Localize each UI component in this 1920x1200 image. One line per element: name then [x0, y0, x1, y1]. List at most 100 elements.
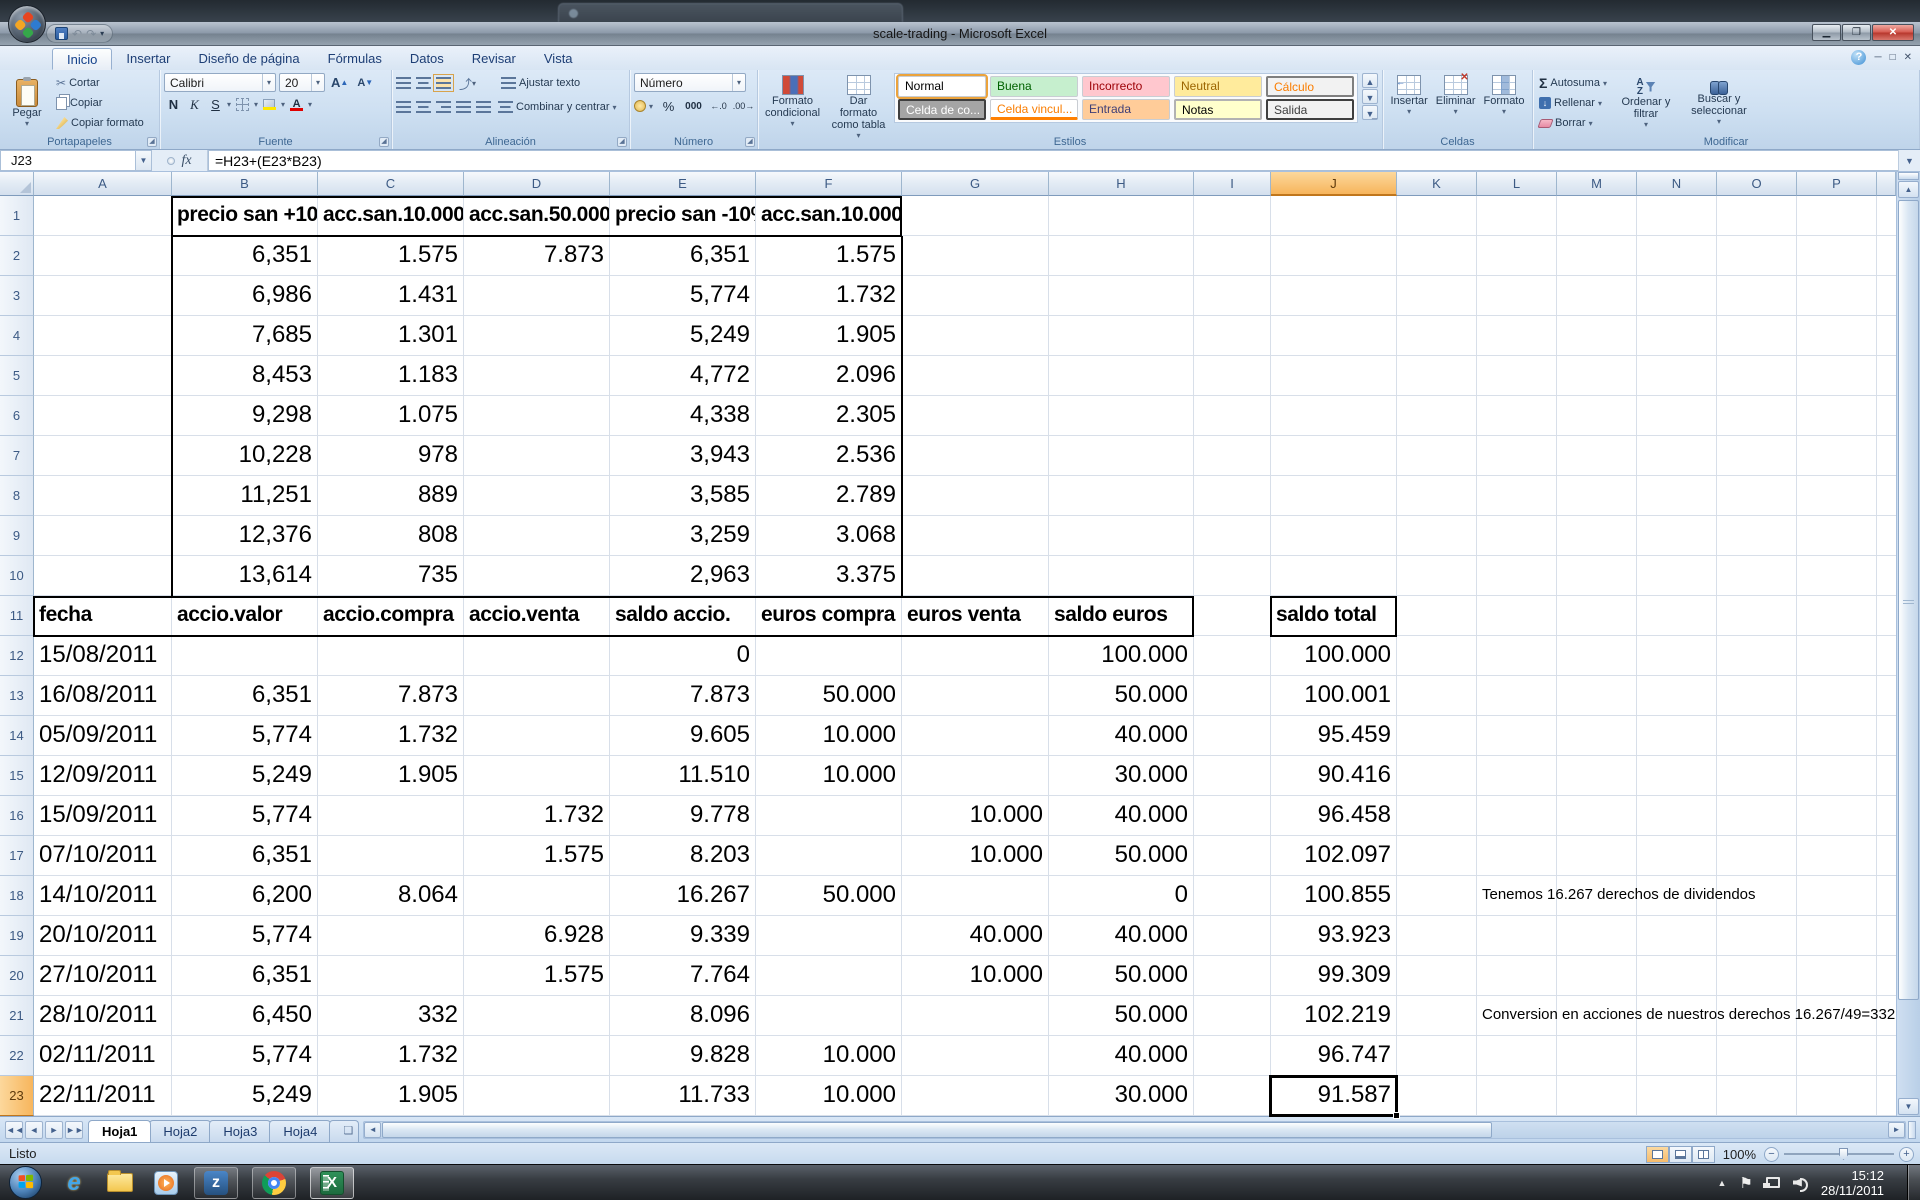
- cell-B9[interactable]: 12,376: [172, 516, 318, 556]
- cell-G7[interactable]: [902, 436, 1049, 476]
- vertical-split-handle[interactable]: [1898, 172, 1919, 180]
- row-header-3[interactable]: 3: [0, 276, 34, 316]
- cell-C22[interactable]: 1.732: [318, 1036, 464, 1076]
- cell-D20[interactable]: 1.575: [464, 956, 610, 996]
- row-header-21[interactable]: 21: [0, 996, 34, 1036]
- cell-L21[interactable]: Conversion en acciones de nuestros derec…: [1477, 996, 1557, 1036]
- cell-M5[interactable]: [1557, 356, 1637, 396]
- cell-E4[interactable]: 5,249: [610, 316, 756, 356]
- column-header-H[interactable]: H: [1049, 172, 1194, 196]
- cell-I13[interactable]: [1194, 676, 1271, 716]
- cell-B5[interactable]: 8,453: [172, 356, 318, 396]
- cell-G4[interactable]: [902, 316, 1049, 356]
- taskbar-clock[interactable]: 15:12 28/11/2011: [1821, 1168, 1884, 1198]
- last-sheet-icon[interactable]: ►►: [65, 1121, 83, 1139]
- cell-P3[interactable]: [1797, 276, 1877, 316]
- cell-L23[interactable]: [1477, 1076, 1557, 1116]
- cell-I21[interactable]: [1194, 996, 1271, 1036]
- increase-decimal-icon[interactable]: ←.0: [709, 97, 728, 116]
- cell-P4[interactable]: [1797, 316, 1877, 356]
- cell-D14[interactable]: [464, 716, 610, 756]
- cell-G10[interactable]: [902, 556, 1049, 596]
- cell-H21[interactable]: 50.000: [1049, 996, 1194, 1036]
- row-header-13[interactable]: 13: [0, 676, 34, 716]
- cell-A2[interactable]: [34, 236, 172, 276]
- cell-B22[interactable]: 5,774: [172, 1036, 318, 1076]
- column-header-O[interactable]: O: [1717, 172, 1797, 196]
- cell-C10[interactable]: 735: [318, 556, 464, 596]
- row-header-11[interactable]: 11: [0, 596, 34, 636]
- cell-J9[interactable]: [1271, 516, 1397, 556]
- cell-J8[interactable]: [1271, 476, 1397, 516]
- cell-A5[interactable]: [34, 356, 172, 396]
- cell-N5[interactable]: [1637, 356, 1717, 396]
- merge-center-button[interactable]: Combinar y centrar▾: [496, 97, 619, 117]
- cell-G14[interactable]: [902, 716, 1049, 756]
- cell-G5[interactable]: [902, 356, 1049, 396]
- cell-O17[interactable]: [1717, 836, 1797, 876]
- cell-O20[interactable]: [1717, 956, 1797, 996]
- cell-B10[interactable]: 13,614: [172, 556, 318, 596]
- cell-A15[interactable]: 12/09/2011: [34, 756, 172, 796]
- tab-split-handle[interactable]: [1908, 1121, 1916, 1139]
- cell-B7[interactable]: 10,228: [172, 436, 318, 476]
- workbook-close-icon[interactable]: ✕: [1904, 52, 1912, 63]
- cell-J15[interactable]: 90.416: [1271, 756, 1397, 796]
- cell-D17[interactable]: 1.575: [464, 836, 610, 876]
- cell-K16[interactable]: [1397, 796, 1477, 836]
- cell-E20[interactable]: 7.764: [610, 956, 756, 996]
- cell-style-celda-de-co[interactable]: Celda de co...: [898, 99, 986, 120]
- cell-K5[interactable]: [1397, 356, 1477, 396]
- cell-F15[interactable]: 10.000: [756, 756, 902, 796]
- cell-D22[interactable]: [464, 1036, 610, 1076]
- row-header-18[interactable]: 18: [0, 876, 34, 916]
- cell-C18[interactable]: 8.064: [318, 876, 464, 916]
- cell-P5[interactable]: [1797, 356, 1877, 396]
- cell-F2[interactable]: 1.575: [756, 236, 902, 276]
- cell-H11[interactable]: saldo euros: [1049, 596, 1194, 636]
- cell-E10[interactable]: 2,963: [610, 556, 756, 596]
- cell-D18[interactable]: [464, 876, 610, 916]
- cell-F5[interactable]: 2.096: [756, 356, 902, 396]
- cell-A14[interactable]: 05/09/2011: [34, 716, 172, 756]
- cell-E17[interactable]: 8.203: [610, 836, 756, 876]
- row-header-12[interactable]: 12: [0, 636, 34, 676]
- paste-button[interactable]: Pegar▾: [4, 73, 50, 133]
- insert-function-icon[interactable]: fx: [181, 153, 191, 169]
- cell-H16[interactable]: 40.000: [1049, 796, 1194, 836]
- column-header-M[interactable]: M: [1557, 172, 1637, 196]
- cell-L4[interactable]: [1477, 316, 1557, 356]
- cell-M19[interactable]: [1557, 916, 1637, 956]
- cell-A6[interactable]: [34, 396, 172, 436]
- cell-A12[interactable]: 15/08/2011: [34, 636, 172, 676]
- cell-F12[interactable]: [756, 636, 902, 676]
- cell-B19[interactable]: 5,774: [172, 916, 318, 956]
- cell-J10[interactable]: [1271, 556, 1397, 596]
- cell-J22[interactable]: 96.747: [1271, 1036, 1397, 1076]
- cell-D12[interactable]: [464, 636, 610, 676]
- cell-C3[interactable]: 1.431: [318, 276, 464, 316]
- underline-caret[interactable]: ▾: [227, 100, 231, 109]
- formula-bar-expand-icon[interactable]: ▼: [1898, 150, 1920, 171]
- cell-K7[interactable]: [1397, 436, 1477, 476]
- cell-C5[interactable]: 1.183: [318, 356, 464, 396]
- cell-N10[interactable]: [1637, 556, 1717, 596]
- align-top-icon[interactable]: [396, 77, 411, 89]
- font-size-select[interactable]: 20▾: [279, 73, 325, 92]
- sheet-tab-hoja4[interactable]: Hoja4: [269, 1120, 331, 1142]
- cell-G13[interactable]: [902, 676, 1049, 716]
- cell-O13[interactable]: [1717, 676, 1797, 716]
- next-sheet-icon[interactable]: ►: [45, 1121, 63, 1139]
- cell-N19[interactable]: [1637, 916, 1717, 956]
- minimize-button[interactable]: ▁: [1812, 24, 1841, 41]
- cell-O19[interactable]: [1717, 916, 1797, 956]
- cell-J14[interactable]: 95.459: [1271, 716, 1397, 756]
- cell-L13[interactable]: [1477, 676, 1557, 716]
- close-button[interactable]: ✕: [1872, 24, 1914, 41]
- cell-K17[interactable]: [1397, 836, 1477, 876]
- prev-sheet-icon[interactable]: ◄: [25, 1121, 43, 1139]
- cell-style-entrada[interactable]: Entrada: [1082, 99, 1170, 120]
- cell-F14[interactable]: 10.000: [756, 716, 902, 756]
- cell-N11[interactable]: [1637, 596, 1717, 636]
- cell-E21[interactable]: 8.096: [610, 996, 756, 1036]
